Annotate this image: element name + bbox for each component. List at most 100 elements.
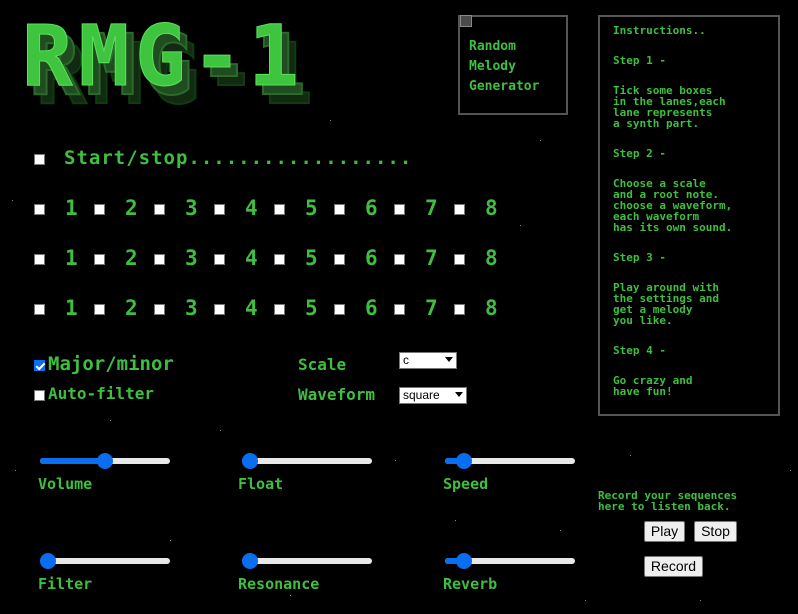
step4-title: Step 4 - (613, 344, 666, 357)
lane-1-step-2-checkbox[interactable] (94, 204, 105, 215)
float-label: Float (238, 475, 284, 493)
lane-3-step-1-checkbox[interactable] (34, 304, 45, 315)
resonance-label: Resonance (238, 575, 320, 593)
volume-label: Volume (38, 475, 93, 493)
volume-slider-thumb[interactable] (97, 453, 113, 469)
speed-slider-thumb[interactable] (456, 453, 473, 469)
instructions-heading: Instructions.. (613, 24, 706, 37)
lane-1-step-3-label: 3 (185, 196, 198, 220)
lane-2-step-3-checkbox[interactable] (154, 254, 165, 265)
lane-2-step-2-checkbox[interactable] (94, 254, 105, 265)
start-stop-label: Start/stop.................. (64, 147, 413, 169)
title-line-2: Melody (469, 59, 516, 74)
step2-title: Step 2 - (613, 147, 666, 160)
scale-label: Scale (298, 355, 347, 374)
lane-3-step-5-label: 5 (305, 296, 318, 320)
filter-label: Filter (38, 575, 93, 593)
lane-2-step-4-checkbox[interactable] (214, 254, 225, 265)
lane-3-step-8-label: 8 (485, 296, 498, 320)
title-line-1: Random (469, 39, 516, 54)
resonance-slider[interactable] (242, 553, 372, 569)
waveform-value: square (403, 388, 440, 402)
filter-slider[interactable] (40, 553, 170, 569)
lane-2-step-7-label: 7 (425, 246, 438, 270)
step1-text: Tick some boxes in the lanes,each lane r… (613, 84, 726, 130)
lane-3-step-2-label: 2 (125, 296, 138, 320)
lane-2-step-2-label: 2 (125, 246, 138, 270)
major-minor-checkbox[interactable] (34, 360, 45, 371)
lane-2-step-6-label: 6 (365, 246, 378, 270)
lane-2-step-8-label: 8 (485, 246, 498, 270)
lane-1-step-3-checkbox[interactable] (154, 204, 165, 215)
auto-filter-label: Auto-filter (48, 384, 154, 403)
stop-button[interactable]: Stop (694, 521, 737, 542)
lane-3-step-7-label: 7 (425, 296, 438, 320)
step4-text: Go crazy and have fun! (613, 374, 693, 398)
reverb-slider[interactable] (445, 553, 575, 569)
lane-1-step-5-checkbox[interactable] (274, 204, 285, 215)
lane-1-step-1-label: 1 (65, 196, 78, 220)
step2-text: Choose a scale and a root note. choose a… (613, 177, 733, 234)
record-text-line-2: here to listen back. (598, 500, 731, 513)
lane-1-step-8-label: 8 (485, 196, 498, 220)
lane-2-step-1-checkbox[interactable] (34, 254, 45, 265)
play-button[interactable]: Play (644, 521, 685, 542)
lane-3-step-6-checkbox[interactable] (334, 304, 345, 315)
lane-3-step-7-checkbox[interactable] (394, 304, 405, 315)
lane-2-step-4-label: 4 (245, 246, 258, 270)
record-button[interactable]: Record (644, 556, 703, 577)
lane-3-step-2-checkbox[interactable] (94, 304, 105, 315)
major-minor-label: Major/minor (48, 353, 174, 375)
lane-1-step-7-checkbox[interactable] (394, 204, 405, 215)
auto-filter-checkbox[interactable] (34, 390, 45, 401)
lane-1-step-2-label: 2 (125, 196, 138, 220)
speed-label: Speed (443, 475, 489, 493)
lane-3-step-4-label: 4 (245, 296, 258, 320)
lane-2-step-3-label: 3 (185, 246, 198, 270)
instructions-panel: Instructions.. Step 1 - Tick some boxes … (598, 15, 780, 416)
float-slider-thumb[interactable] (242, 453, 258, 469)
logo-text: RMG-1 (22, 7, 305, 105)
lane-1-step-5-label: 5 (305, 196, 318, 220)
lane-1-step-6-label: 6 (365, 196, 378, 220)
lane-2-step-5-label: 5 (305, 246, 318, 270)
step3-text: Play around with the settings and get a … (613, 281, 719, 327)
lane-3-step-3-label: 3 (185, 296, 198, 320)
lane-1-step-6-checkbox[interactable] (334, 204, 345, 215)
chevron-down-icon (445, 357, 453, 362)
lane-3-step-3-checkbox[interactable] (154, 304, 165, 315)
reverb-label: Reverb (443, 575, 498, 593)
waveform-select[interactable]: square (399, 387, 467, 404)
lane-3-step-5-checkbox[interactable] (274, 304, 285, 315)
step3-title: Step 3 - (613, 251, 666, 264)
lane-1-step-7-label: 7 (425, 196, 438, 220)
lane-2-step-6-checkbox[interactable] (334, 254, 345, 265)
title-box-corner (460, 15, 472, 27)
lane-3-step-1-label: 1 (65, 296, 78, 320)
lane-2-step-1-label: 1 (65, 246, 78, 270)
filter-slider-thumb[interactable] (40, 553, 56, 569)
lane-1-step-4-checkbox[interactable] (214, 204, 225, 215)
speed-slider[interactable] (445, 453, 575, 469)
resonance-slider-thumb[interactable] (242, 553, 258, 569)
chevron-down-icon (455, 392, 463, 397)
lane-1-step-8-checkbox[interactable] (454, 204, 465, 215)
logo: RMG-1 RMG-1 RMG-1 (22, 7, 442, 118)
float-slider[interactable] (242, 453, 372, 469)
scale-select[interactable]: c (399, 352, 457, 369)
lane-3-step-4-checkbox[interactable] (214, 304, 225, 315)
reverb-slider-thumb[interactable] (456, 553, 473, 569)
lane-2-step-5-checkbox[interactable] (274, 254, 285, 265)
lane-1-step-1-checkbox[interactable] (34, 204, 45, 215)
lane-2-step-7-checkbox[interactable] (394, 254, 405, 265)
scale-value: c (403, 353, 409, 367)
lane-2-step-8-checkbox[interactable] (454, 254, 465, 265)
lane-3-step-6-label: 6 (365, 296, 378, 320)
volume-slider[interactable] (40, 453, 170, 469)
start-stop-checkbox[interactable] (34, 154, 45, 165)
waveform-label: Waveform (298, 385, 376, 404)
step1-title: Step 1 - (613, 54, 666, 67)
lane-3-step-8-checkbox[interactable] (454, 304, 465, 315)
title-line-3: Generator (469, 79, 540, 94)
title-box: Random Melody Generator (458, 15, 568, 115)
